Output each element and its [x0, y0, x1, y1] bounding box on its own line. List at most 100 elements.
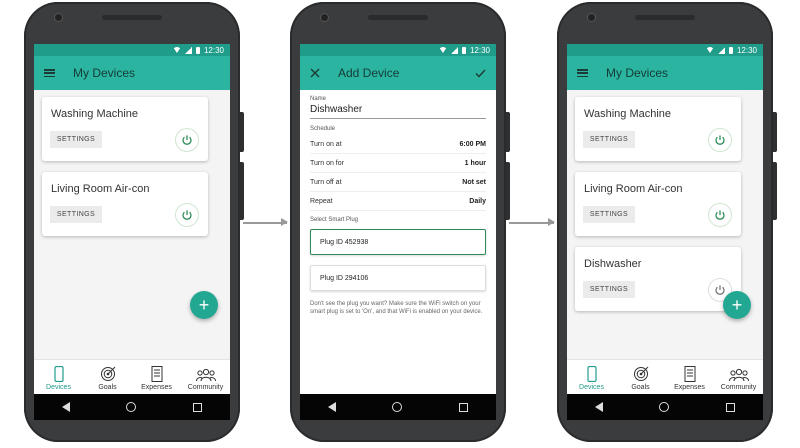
settings-button[interactable]: SETTINGS [50, 206, 102, 223]
device-card[interactable]: Washing Machine SETTINGS [42, 97, 208, 161]
menu-icon[interactable] [44, 69, 55, 77]
device-card[interactable]: Dishwasher SETTINGS [575, 247, 741, 311]
battery-icon [461, 46, 466, 54]
plug-option-selected[interactable]: Plug ID 452938 [310, 229, 486, 255]
power-side-button [773, 112, 777, 152]
device-card[interactable]: Living Room Air-con SETTINGS [42, 172, 208, 236]
close-icon[interactable] [310, 68, 320, 78]
nav-label: Goals [98, 384, 117, 391]
target-icon [100, 366, 115, 381]
device-card[interactable]: Washing Machine SETTINGS [575, 97, 741, 161]
device-name: Living Room Air-con [51, 183, 150, 195]
recents-icon[interactable] [725, 402, 735, 412]
nav-community[interactable]: Community [181, 360, 230, 394]
nav-expenses[interactable]: Expenses [132, 360, 181, 394]
recents-icon[interactable] [192, 402, 202, 412]
row-label: Turn off at [310, 178, 342, 186]
nav-community[interactable]: Community [714, 360, 763, 394]
home-icon[interactable] [126, 402, 137, 412]
settings-button[interactable]: SETTINGS [583, 131, 635, 148]
power-icon[interactable] [708, 203, 732, 227]
volume-side-button [240, 162, 244, 220]
schedule-row-turn-on-for[interactable]: Turn on for 1 hour [310, 154, 486, 173]
screen-my-devices-updated: 12:30 My Devices Washing Machine SETTING… [567, 44, 763, 394]
phone-icon [53, 366, 64, 382]
front-camera [587, 13, 596, 22]
page-title: Add Device [338, 66, 400, 80]
wifi-icon [705, 47, 714, 53]
add-device-button[interactable]: + [723, 291, 751, 319]
volume-side-button [506, 162, 510, 220]
app-bar: Add Device [300, 56, 496, 90]
settings-button[interactable]: SETTINGS [583, 281, 635, 298]
power-icon[interactable] [708, 128, 732, 152]
screen-my-devices: 12:30 My Devices Washing Machine SETTING… [34, 44, 230, 394]
battery-icon [195, 46, 200, 54]
status-bar: 12:30 [300, 44, 496, 56]
menu-icon[interactable] [577, 69, 588, 77]
nav-goals[interactable]: Goals [616, 360, 665, 394]
people-icon [728, 368, 749, 382]
system-nav-bar [567, 394, 763, 420]
phone-mockup-2: 12:30 Add Device Name Dishwasher Schedul… [290, 2, 510, 442]
nav-label: Expenses [674, 384, 705, 391]
device-name: Dishwasher [584, 258, 642, 270]
flow-arrow [243, 219, 288, 225]
phone-mockup-3: 12:30 My Devices Washing Machine SETTING… [557, 2, 777, 442]
nav-devices[interactable]: Devices [34, 360, 83, 394]
volume-side-button [773, 162, 777, 220]
phone-mockup-1: 12:30 My Devices Washing Machine SETTING… [24, 2, 244, 442]
nav-label: Devices [46, 384, 71, 391]
signal-icon [450, 46, 458, 54]
status-bar: 12:30 [34, 44, 230, 56]
add-device-form: Name Dishwasher Schedule Turn on at 6:00… [300, 90, 496, 394]
add-device-button[interactable]: + [190, 291, 218, 319]
status-bar: 12:30 [567, 44, 763, 56]
page-title: My Devices [73, 66, 136, 80]
screen-add-device: 12:30 Add Device Name Dishwasher Schedul… [300, 44, 496, 394]
flow-arrow [509, 219, 555, 225]
wifi-icon [172, 47, 181, 53]
power-side-button [506, 112, 510, 152]
wifi-icon [438, 47, 447, 53]
power-icon[interactable] [175, 128, 199, 152]
home-icon[interactable] [392, 402, 403, 412]
help-text: Don't see the plug you want? Make sure t… [310, 301, 483, 315]
row-label: Repeat [310, 197, 333, 205]
nav-goals[interactable]: Goals [83, 360, 132, 394]
device-name: Washing Machine [51, 108, 139, 120]
earpiece-speaker [368, 15, 428, 20]
system-nav-bar [300, 394, 496, 420]
device-card[interactable]: Living Room Air-con SETTINGS [575, 172, 741, 236]
nav-label: Community [720, 384, 757, 391]
nav-label: Devices [579, 384, 604, 391]
recents-icon[interactable] [458, 402, 468, 412]
back-icon[interactable] [328, 402, 337, 412]
page-title: My Devices [606, 66, 669, 80]
power-icon[interactable] [175, 203, 199, 227]
home-icon[interactable] [659, 402, 670, 412]
device-list: Washing Machine SETTINGS Living Room Air… [567, 90, 763, 360]
device-name: Living Room Air-con [584, 183, 683, 195]
people-icon [195, 368, 216, 382]
earpiece-speaker [102, 15, 162, 20]
nav-expenses[interactable]: Expenses [665, 360, 714, 394]
nav-label: Expenses [141, 384, 172, 391]
plug-option[interactable]: Plug ID 294106 [310, 265, 486, 291]
target-icon [633, 366, 648, 381]
check-icon[interactable] [475, 69, 486, 78]
row-label: Turn on for [310, 159, 344, 167]
settings-button[interactable]: SETTINGS [50, 131, 102, 148]
schedule-row-repeat[interactable]: Repeat Daily [310, 192, 486, 211]
name-field[interactable]: Dishwasher [310, 102, 486, 119]
settings-button[interactable]: SETTINGS [583, 206, 635, 223]
earpiece-speaker [635, 15, 695, 20]
schedule-row-turn-on-at[interactable]: Turn on at 6:00 PM [310, 135, 486, 154]
phone-icon [586, 366, 597, 382]
nav-label: Community [187, 384, 224, 391]
back-icon[interactable] [62, 402, 71, 412]
schedule-row-turn-off-at[interactable]: Turn off at Not set [310, 173, 486, 192]
back-icon[interactable] [595, 402, 604, 412]
signal-icon [184, 46, 192, 54]
nav-devices[interactable]: Devices [567, 360, 616, 394]
